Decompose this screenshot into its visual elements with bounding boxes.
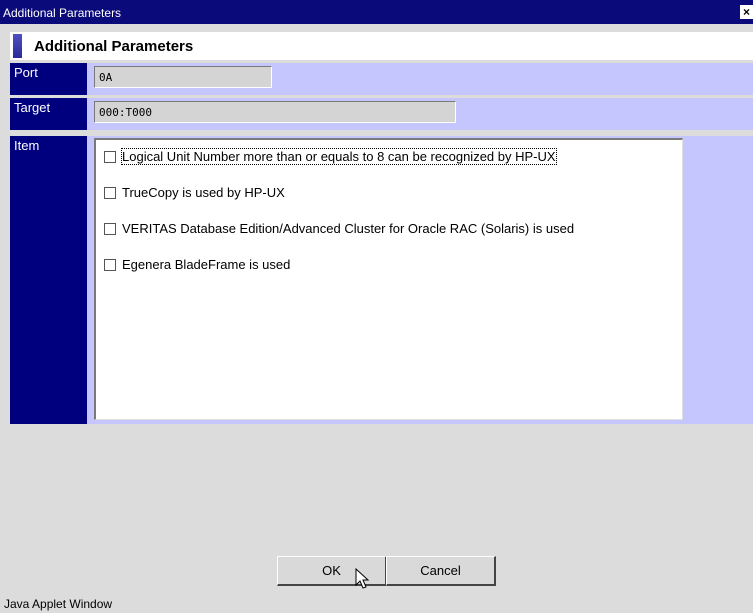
checkbox[interactable]: [104, 187, 116, 199]
status-text: Java Applet Window: [4, 597, 113, 611]
item-options-list: Logical Unit Number more than or equals …: [94, 138, 683, 420]
mouse-cursor-icon: [355, 568, 370, 589]
checkbox[interactable]: [104, 259, 116, 271]
target-row: Target 000:T000: [10, 98, 753, 130]
item-label: Item: [10, 136, 87, 424]
header-accent-bar: [13, 34, 22, 58]
dialog-title: Additional Parameters: [34, 38, 194, 55]
item-row: Item Logical Unit Number more than or eq…: [10, 136, 753, 424]
cancel-button[interactable]: Cancel: [386, 556, 496, 586]
dialog-header: Additional Parameters: [10, 32, 753, 60]
port-field[interactable]: 0A: [94, 66, 272, 88]
port-label: Port: [10, 63, 87, 95]
target-label: Target: [10, 98, 87, 130]
checkbox[interactable]: [104, 223, 116, 235]
window-titlebar: Additional Parameters ×: [0, 0, 753, 24]
close-icon[interactable]: ×: [740, 5, 753, 19]
option-label: VERITAS Database Edition/Advanced Cluste…: [122, 221, 575, 236]
option-label: Logical Unit Number more than or equals …: [121, 148, 557, 165]
option-label: Egenera BladeFrame is used: [122, 257, 291, 272]
port-row: Port 0A: [10, 63, 753, 95]
checkbox[interactable]: [104, 151, 116, 163]
window-title: Additional Parameters: [3, 6, 122, 20]
target-field[interactable]: 000:T000: [94, 101, 456, 123]
option-label: TrueCopy is used by HP-UX: [122, 185, 285, 200]
